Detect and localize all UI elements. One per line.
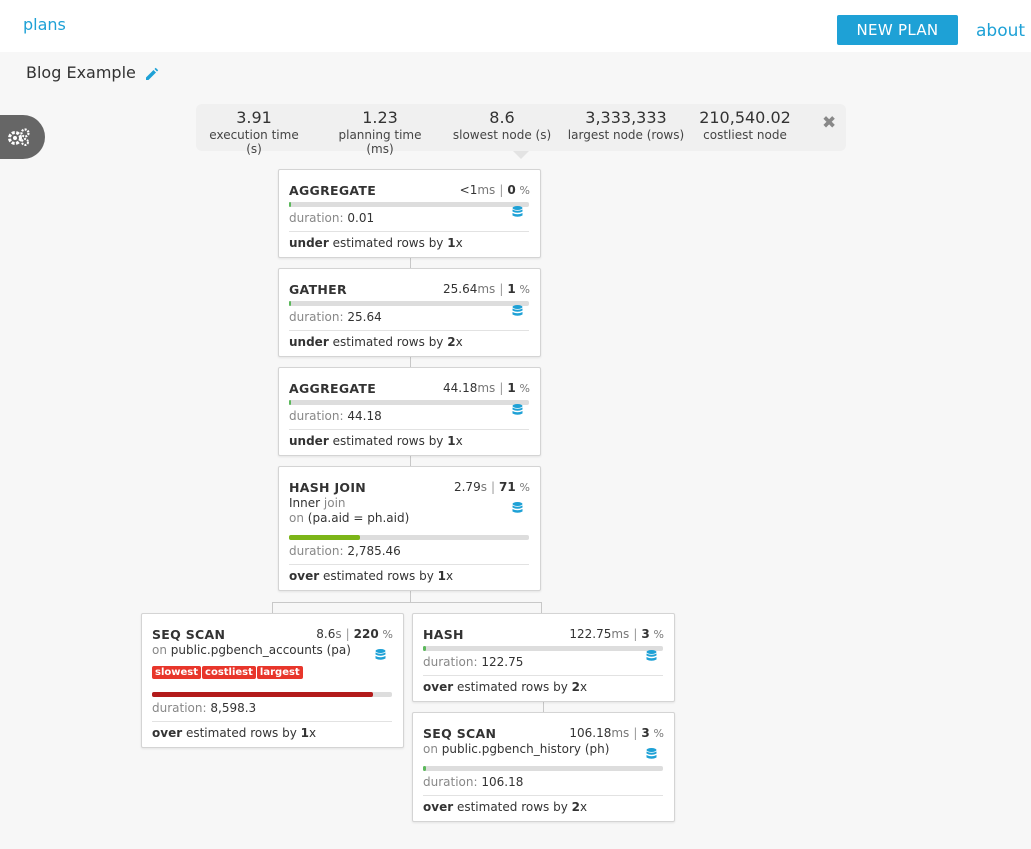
node-duration: duration: 2,785.46 <box>289 544 401 558</box>
tree-connector <box>272 602 273 613</box>
divider <box>289 330 529 331</box>
node-type: SEQ SCAN <box>423 726 497 741</box>
row-estimate: over estimated rows by 1x <box>152 726 317 740</box>
divider <box>152 721 392 722</box>
divider <box>289 564 529 565</box>
divider <box>423 675 663 676</box>
node-duration: duration: 44.18 <box>289 409 382 423</box>
new-plan-button[interactable]: NEW PLAN <box>837 15 958 45</box>
stat-costliest-node: 210,540.02 costliest node <box>698 108 792 142</box>
stat-value: 3.91 <box>236 108 272 127</box>
database-icon[interactable] <box>646 650 657 662</box>
node-timing: 44.18ms | 1 % <box>443 381 530 395</box>
node-timing: 8.6s | 220 % <box>316 627 393 641</box>
stat-label: costliest node <box>703 128 787 142</box>
stat-value: 1.23 <box>362 108 398 127</box>
tag-largest: largest <box>256 666 303 679</box>
stat-label: largest node (rows) <box>567 128 685 142</box>
node-duration: duration: 122.75 <box>423 655 524 669</box>
node-timing: <1ms | 0 % <box>459 183 530 197</box>
duration-bar <box>289 535 529 540</box>
row-estimate: over estimated rows by 2x <box>423 800 588 814</box>
divider <box>289 231 529 232</box>
node-duration: duration: 106.18 <box>423 775 524 789</box>
plan-node-gather[interactable]: GATHER 25.64ms | 1 % duration: 25.64 under… <box>278 268 541 357</box>
row-estimate: over estimated rows by 1x <box>289 569 454 583</box>
duration-bar <box>289 400 529 405</box>
divider <box>423 795 663 796</box>
stat-label: execution time (s) <box>209 128 299 156</box>
node-type: HASH <box>423 627 464 642</box>
stat-slowest-node: 8.6 slowest node (s) <box>452 108 552 142</box>
plan-stats-panel: 3.91 execution time (s) 1.23 planning ti… <box>196 104 846 156</box>
stat-label: planning time (ms) <box>338 128 422 156</box>
join-detail: Inner join on (pa.aid = ph.aid) <box>289 496 410 525</box>
plan-node-hash-join[interactable]: HASH JOIN 2.79s | 71 % Inner join on (pa.a… <box>278 466 541 591</box>
node-type: SEQ SCAN <box>152 627 226 642</box>
tree-connector <box>541 602 542 613</box>
node-tags: slowest costliest largest <box>152 664 304 679</box>
duration-bar <box>152 692 392 697</box>
plan-node-aggregate[interactable]: AGGREGATE <1ms | 0 % duration: 0.01 under … <box>278 169 541 258</box>
node-timing: 2.79s | 71 % <box>453 480 530 494</box>
gears-icon <box>8 128 30 146</box>
node-duration: duration: 0.01 <box>289 211 375 225</box>
divider <box>289 429 529 430</box>
row-estimate: under estimated rows by 2x <box>289 335 463 349</box>
settings-toggle[interactable] <box>0 115 45 159</box>
database-icon[interactable] <box>512 502 523 514</box>
duration-bar <box>423 766 663 771</box>
close-icon[interactable]: ✖ <box>822 113 836 133</box>
stat-value: 210,540.02 <box>699 108 791 127</box>
node-timing: 122.75ms | 3 % <box>569 627 664 641</box>
row-estimate: over estimated rows by 2x <box>423 680 588 694</box>
node-timing: 106.18ms | 3 % <box>569 726 664 740</box>
stat-execution-time: 3.91 execution time (s) <box>200 108 308 156</box>
stat-label: slowest node (s) <box>452 128 552 142</box>
tag-costliest: costliest <box>202 666 256 679</box>
tag-slowest: slowest <box>152 666 202 679</box>
plan-node-seq-scan-accounts[interactable]: SEQ SCAN 8.6s | 220 % on public.pgbench_ac… <box>141 613 404 748</box>
pencil-icon[interactable] <box>144 66 160 82</box>
nav-plans-link[interactable]: plans <box>23 15 66 34</box>
stat-largest-node: 3,333,333 largest node (rows) <box>566 108 686 142</box>
tree-connector <box>272 602 542 603</box>
stat-value: 3,333,333 <box>585 108 667 127</box>
node-type: AGGREGATE <box>289 183 377 198</box>
row-estimate: under estimated rows by 1x <box>289 434 463 448</box>
stat-value: 8.6 <box>489 108 515 127</box>
node-duration: duration: 25.64 <box>289 310 382 324</box>
plan-node-aggregate[interactable]: AGGREGATE 44.18ms | 1 % duration: 44.18 un… <box>278 367 541 456</box>
duration-bar <box>289 301 529 306</box>
node-timing: 25.64ms | 1 % <box>443 282 530 296</box>
plan-node-hash[interactable]: HASH 122.75ms | 3 % duration: 122.75 over … <box>412 613 675 702</box>
node-type: AGGREGATE <box>289 381 377 396</box>
duration-bar <box>423 646 663 651</box>
database-icon[interactable] <box>512 404 523 416</box>
database-icon[interactable] <box>646 748 657 760</box>
nav-about-link[interactable]: about <box>976 21 1025 41</box>
node-type: HASH JOIN <box>289 480 367 495</box>
row-estimate: under estimated rows by 1x <box>289 236 463 250</box>
plan-node-seq-scan-history[interactable]: SEQ SCAN 106.18ms | 3 % on public.pgbench_… <box>412 712 675 822</box>
node-duration: duration: 8,598.3 <box>152 701 257 715</box>
node-type: GATHER <box>289 282 347 297</box>
database-icon[interactable] <box>375 649 386 661</box>
database-icon[interactable] <box>512 305 523 317</box>
stats-caret <box>513 151 529 159</box>
stat-planning-time: 1.23 planning time (ms) <box>324 108 436 156</box>
duration-bar <box>289 202 529 207</box>
relation-detail: on public.pgbench_history (ph) <box>423 742 610 756</box>
database-icon[interactable] <box>512 206 523 218</box>
relation-detail: on public.pgbench_accounts (pa) <box>152 643 351 657</box>
plan-title: Blog Example <box>26 63 136 82</box>
